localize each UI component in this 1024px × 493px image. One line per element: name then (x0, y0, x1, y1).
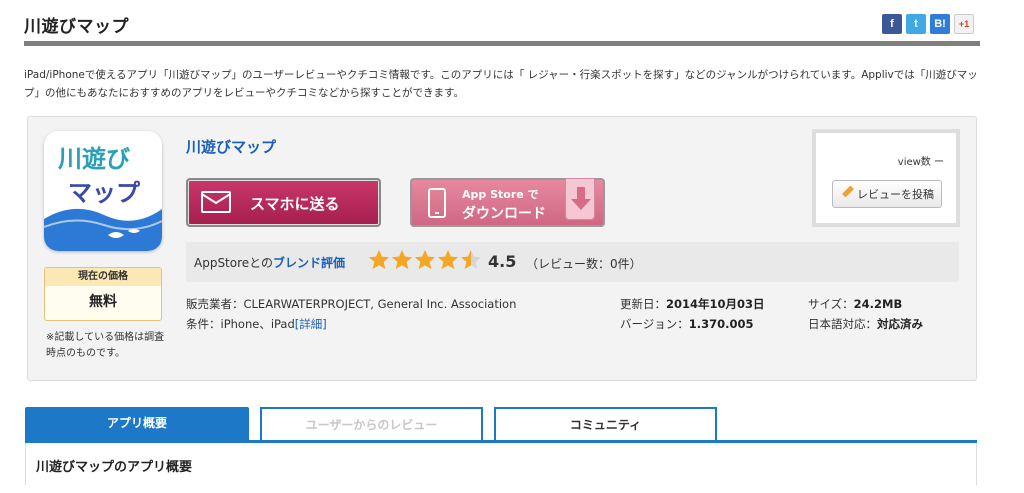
japanese-label: 日本語対応： (808, 317, 877, 331)
app-icon[interactable]: 川遊び マップ (44, 131, 162, 251)
version-value: 1.370.005 (688, 317, 754, 331)
appstore-download-button[interactable]: App Store で ダウンロード (410, 178, 605, 227)
condition-label: 条件： (186, 317, 221, 331)
price-box: 現在の価格 無料 (44, 267, 162, 321)
size-info: サイズ：24.2MB (808, 296, 902, 312)
hatena-bookmark-icon[interactable]: B! (930, 14, 950, 34)
appstore-label-line2: ダウンロード (462, 206, 546, 222)
blend-rating-bar: AppStoreとのブレンド評価 4.5 （レビュー数：0件） (186, 242, 959, 282)
social-share-buttons: f t B! +1 (882, 14, 974, 34)
facebook-share-icon[interactable]: f (882, 14, 902, 34)
post-review-label: レビューを投稿 (857, 188, 934, 201)
view-count-value: ー (934, 157, 944, 168)
seller-label: 販売業者： (186, 297, 244, 311)
mail-icon (201, 191, 231, 213)
rating-star-icon (392, 250, 412, 269)
rating-value: 4.5 (488, 252, 517, 271)
app-icon-graphic: 川遊び マップ (44, 131, 162, 251)
pencil-icon (841, 185, 855, 198)
page-title: 川遊びマップ (24, 17, 129, 37)
size-value: 24.2MB (853, 297, 903, 311)
updated-info: 更新日：2014年10月03日 (620, 296, 765, 312)
intro-text: iPad/iPhoneで使えるアプリ「川遊びマップ」のユーザーレビューやクチコミ… (24, 69, 978, 99)
japanese-support-info: 日本語対応：対応済み (808, 316, 923, 332)
updated-label: 更新日： (620, 297, 666, 311)
view-count-label: view数 (897, 157, 931, 168)
send-to-phone-label: スマホに送る (250, 195, 340, 213)
overview-heading: 川遊びマップのアプリ概要 (36, 460, 193, 475)
version-info: バージョン：1.370.005 (620, 316, 754, 332)
japanese-value: 対応済み (877, 317, 923, 331)
rating-star-icon (461, 250, 481, 269)
download-arrow-icon (565, 178, 595, 220)
app-icon-text-1: 川遊び (58, 145, 130, 173)
rating-star-icon (438, 250, 458, 269)
overview-section: 川遊びマップのアプリ概要 (25, 443, 977, 485)
price-note: ※記載している価格は調査時点のものです。 (46, 332, 165, 359)
rating-star-icon (369, 250, 389, 269)
app-icon-text-2: マップ (68, 179, 141, 207)
title-divider (24, 41, 980, 46)
review-count: （レビュー数：0件） (526, 257, 642, 271)
send-to-phone-button[interactable]: スマホに送る (186, 178, 381, 227)
version-label: バージョン： (620, 317, 689, 331)
condition-value: iPhone、iPad (220, 317, 295, 331)
size-label: サイズ： (808, 297, 854, 311)
details-link[interactable]: [詳細] (295, 317, 327, 331)
price-label: 現在の価格 (45, 268, 161, 286)
tab-community[interactable]: コミュニティ (494, 407, 717, 442)
blend-rating-link[interactable]: ブレンド評価 (273, 256, 345, 270)
seller-value: CLEARWATERPROJECT, General Inc. Associat… (243, 297, 517, 311)
view-count: view数 ー (898, 153, 944, 168)
tab-app-overview[interactable]: アプリ概要 (25, 407, 249, 442)
rating-star-icon (415, 250, 435, 269)
appstore-label-line1: App Store で (462, 188, 539, 201)
blend-rating-prefix: AppStoreとの (194, 256, 274, 270)
smartphone-icon (428, 188, 446, 218)
tab-user-reviews[interactable]: ユーザーからのレビュー (260, 407, 483, 442)
seller-info: 販売業者：CLEARWATERPROJECT, General Inc. Ass… (186, 296, 516, 312)
rating-stars (368, 249, 482, 271)
app-name-link[interactable]: 川遊びマップ (186, 136, 276, 157)
blend-rating-label: AppStoreとのブレンド評価 (194, 254, 345, 271)
google-plus-icon[interactable]: +1 (954, 14, 974, 34)
condition-info: 条件：iPhone、iPad[詳細] (186, 316, 327, 332)
twitter-share-icon[interactable]: t (906, 14, 926, 34)
updated-value: 2014年10月03日 (666, 297, 765, 311)
view-count-box: view数 ー レビューを投稿 (812, 129, 960, 227)
post-review-button[interactable]: レビューを投稿 (832, 180, 942, 208)
price-value: 無料 (89, 294, 117, 310)
